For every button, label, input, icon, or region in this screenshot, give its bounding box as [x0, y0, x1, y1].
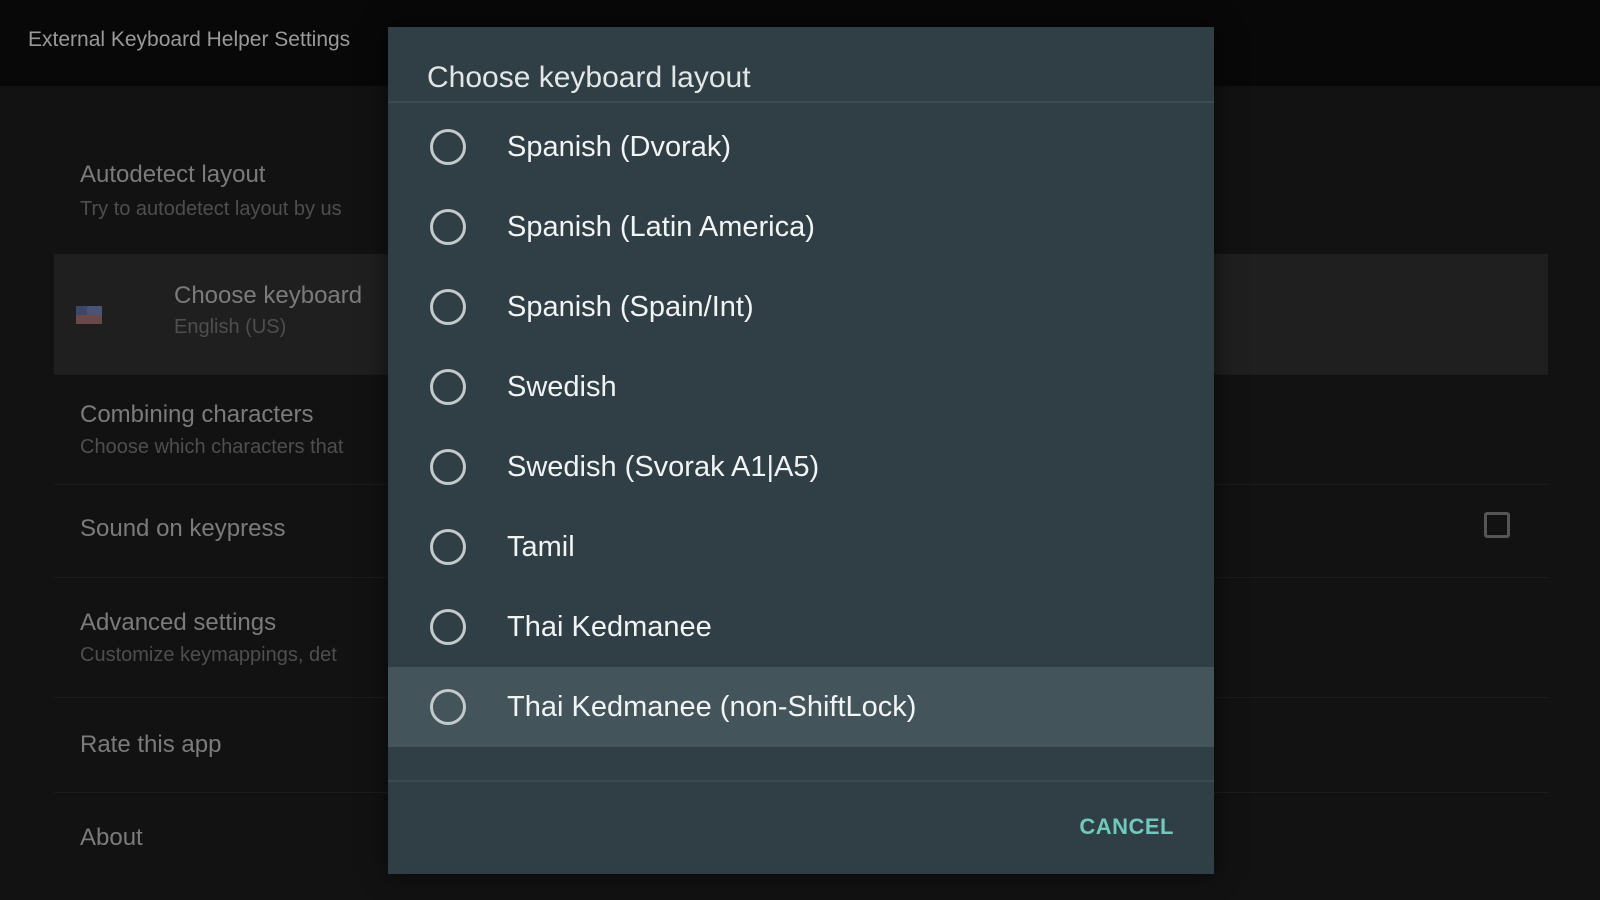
layout-option-focused[interactable]: Thai Kedmanee (non-ShiftLock) [388, 667, 1214, 747]
sound-checkbox[interactable] [1484, 512, 1510, 538]
pref-summary: English (US) [174, 316, 287, 338]
layout-option-label: Spanish (Dvorak) [507, 131, 732, 163]
layout-options-list[interactable]: Spanish (Dvorak) Spanish (Latin America)… [388, 107, 1214, 797]
layout-option[interactable]: Spanish (Latin America) [388, 187, 1214, 267]
radio-unchecked-icon[interactable] [430, 449, 466, 485]
dialog-divider [388, 101, 1214, 103]
pref-title: Combining characters [80, 401, 314, 428]
app-title: External Keyboard Helper Settings [28, 28, 351, 51]
radio-unchecked-icon[interactable] [430, 209, 466, 245]
pref-summary: Try to autodetect layout by us [80, 198, 342, 220]
layout-option[interactable]: Swedish [388, 347, 1214, 427]
pref-title: Sound on keypress [80, 515, 286, 542]
pref-title: Autodetect layout [80, 161, 266, 188]
pref-title: Choose keyboard [174, 282, 363, 309]
layout-option-label: Swedish (Svorak A1|A5) [507, 451, 820, 483]
us-flag-icon [76, 306, 102, 324]
layout-option[interactable]: Swedish (Svorak A1|A5) [388, 427, 1214, 507]
dialog-divider [388, 780, 1214, 782]
radio-unchecked-icon[interactable] [430, 289, 466, 325]
layout-option[interactable]: Thai Kedmanee [388, 587, 1214, 667]
pref-summary: Customize keymappings, det [80, 644, 337, 666]
layout-option[interactable]: Spanish (Dvorak) [388, 107, 1214, 187]
layout-option-label: Thai Kedmanee [507, 611, 712, 643]
radio-unchecked-icon[interactable] [430, 689, 466, 725]
keyboard-layout-dialog: Choose keyboard layout Spanish (Dvorak) … [388, 27, 1214, 874]
pref-summary: Choose which characters that [80, 436, 344, 458]
layout-option-label: Thai Kedmanee (non-ShiftLock) [507, 691, 917, 723]
radio-unchecked-icon[interactable] [430, 609, 466, 645]
pref-title: Rate this app [80, 731, 222, 758]
layout-option-label: Swedish [507, 371, 617, 403]
pref-title: About [80, 824, 143, 851]
dialog-title: Choose keyboard layout [427, 61, 751, 94]
radio-unchecked-icon[interactable] [430, 369, 466, 405]
layout-option[interactable]: Spanish (Spain/Int) [388, 267, 1214, 347]
radio-unchecked-icon[interactable] [430, 129, 466, 165]
cancel-button[interactable]: CANCEL [1079, 814, 1174, 840]
radio-unchecked-icon[interactable] [430, 529, 466, 565]
layout-option[interactable]: Tamil [388, 507, 1214, 587]
layout-option-label: Spanish (Spain/Int) [507, 291, 754, 323]
pref-title: Advanced settings [80, 609, 277, 636]
layout-option-label: Spanish (Latin America) [507, 211, 815, 243]
layout-option-label: Tamil [507, 531, 575, 563]
